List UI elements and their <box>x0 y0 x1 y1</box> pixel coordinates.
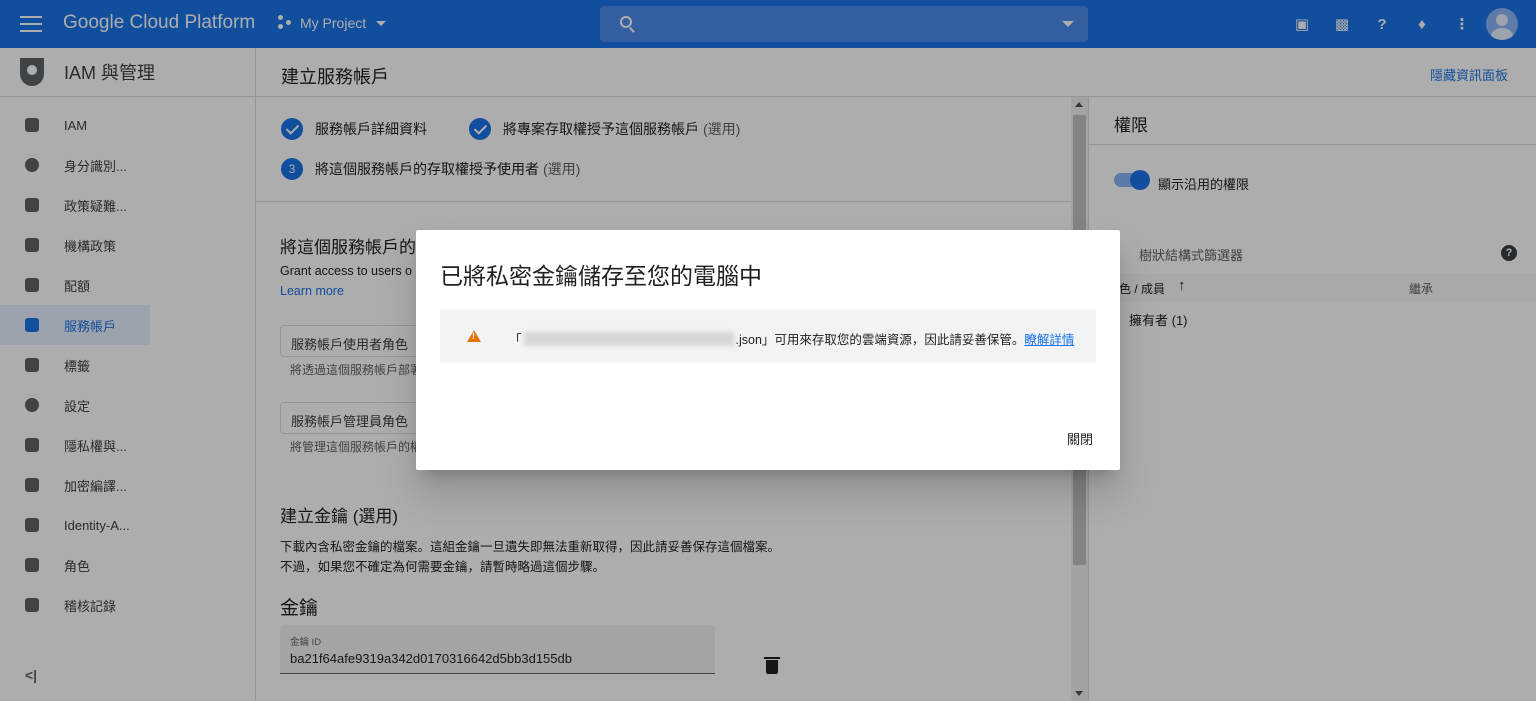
learn-more-link[interactable]: 瞭解詳情 <box>1024 329 1074 348</box>
msg-prefix: 「 <box>509 333 522 347</box>
key-saved-dialog: 已將私密金鑰儲存至您的電腦中 「 .json」可用來存取您的雲端資源，因此請妥善… <box>416 230 1120 470</box>
warning-icon <box>467 330 481 342</box>
msg-suffix: .json」可用來存取您的雲端資源，因此請妥善保管。 <box>735 333 1025 347</box>
dialog-message-box: 「 .json」可用來存取您的雲端資源，因此請妥善保管。 瞭解詳情 <box>440 310 1096 362</box>
dialog-title: 已將私密金鑰儲存至您的電腦中 <box>440 263 762 289</box>
close-button[interactable]: 關閉 <box>1067 429 1093 448</box>
dialog-message: 「 .json」可用來存取您的雲端資源，因此請妥善保管。 瞭解詳情 <box>509 329 1074 348</box>
redacted-filename <box>523 331 734 346</box>
